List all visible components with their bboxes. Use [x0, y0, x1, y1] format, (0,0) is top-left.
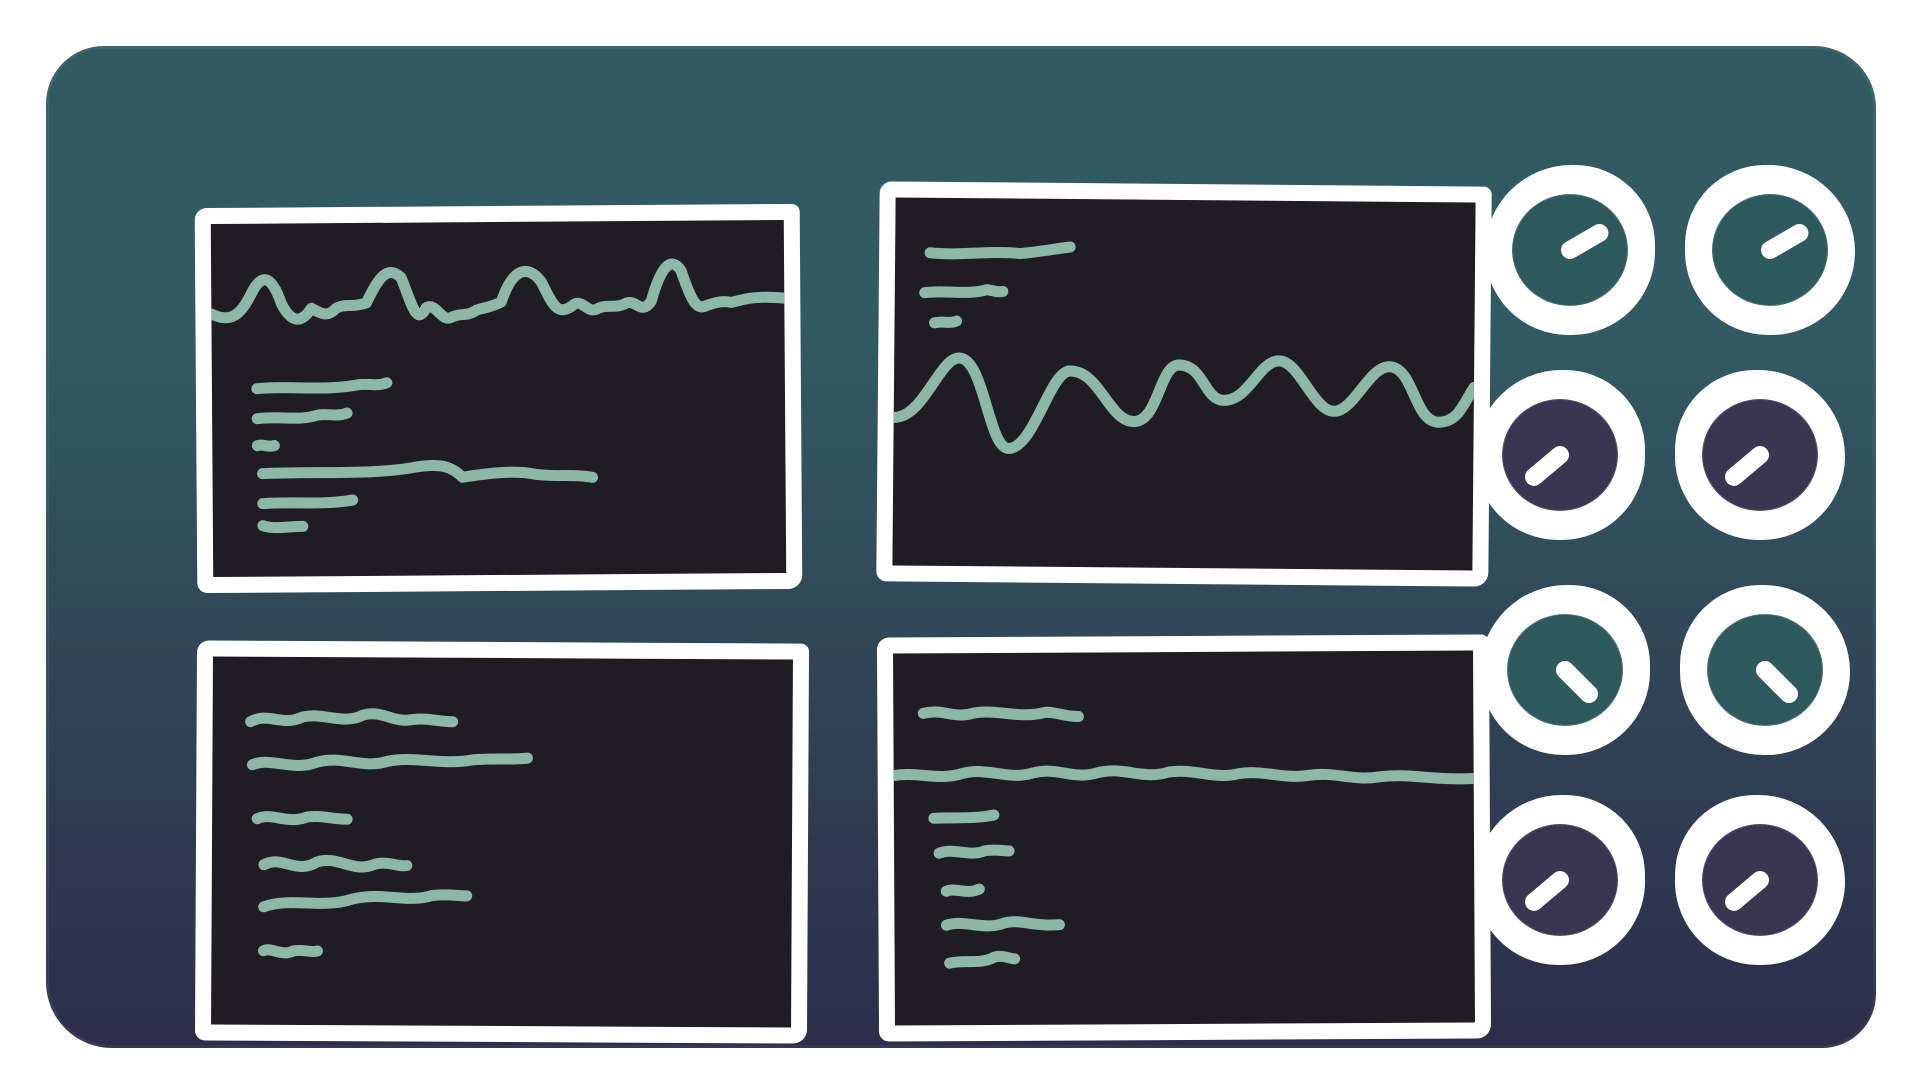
- monitor-bottom-left: [194, 640, 810, 1044]
- monitor-bottom-left-display: [245, 708, 533, 959]
- illustration-canvas: [0, 0, 1920, 1080]
- dial-icon: [1701, 823, 1819, 937]
- monitor-top-left-display: [210, 258, 787, 534]
- text-line: [924, 241, 1076, 260]
- monitor-bottom-right: [876, 634, 1492, 1042]
- text-line: [944, 950, 1021, 969]
- knob-5[interactable]: [1480, 585, 1650, 755]
- text-line: [257, 520, 309, 534]
- text-line: [258, 854, 413, 873]
- text-line: [251, 439, 280, 452]
- monitor-top-left: [194, 203, 803, 594]
- sine-waveform: [892, 352, 1476, 454]
- text-line: [257, 460, 599, 483]
- monitor-top-right-display: [892, 241, 1476, 454]
- text-line: [245, 708, 459, 728]
- knob-6[interactable]: [1680, 585, 1850, 755]
- text-line: [933, 844, 1015, 859]
- dial-icon: [1501, 823, 1619, 937]
- flat-waveform: [893, 765, 1475, 785]
- knob-4[interactable]: [1675, 370, 1845, 540]
- text-line: [257, 944, 323, 959]
- text-line: [917, 706, 1084, 723]
- text-line: [928, 809, 1000, 824]
- squiggly-waveform: [210, 258, 787, 325]
- text-line: [940, 916, 1065, 932]
- monitor-bottom-right-display: [893, 706, 1475, 969]
- dial-icon: [1511, 193, 1629, 307]
- text-line: [246, 752, 533, 771]
- text-line: [940, 883, 985, 897]
- text-line: [929, 315, 963, 329]
- text-line: [251, 407, 353, 425]
- dial-icon: [1501, 398, 1619, 512]
- knob-7[interactable]: [1475, 795, 1645, 965]
- text-line: [258, 889, 473, 913]
- monitor-top-right: [876, 181, 1492, 587]
- text-line: [919, 284, 1009, 299]
- knob-8[interactable]: [1675, 795, 1845, 965]
- dial-icon: [1711, 193, 1829, 307]
- knob-2[interactable]: [1685, 165, 1855, 335]
- knob-1[interactable]: [1485, 165, 1655, 335]
- knob-3[interactable]: [1475, 370, 1645, 540]
- text-line: [251, 811, 353, 826]
- text-line: [251, 377, 393, 395]
- text-line: [257, 494, 359, 510]
- dial-icon: [1506, 613, 1624, 727]
- dial-icon: [1701, 398, 1819, 512]
- control-console: [46, 46, 1876, 1048]
- dial-icon: [1706, 613, 1824, 727]
